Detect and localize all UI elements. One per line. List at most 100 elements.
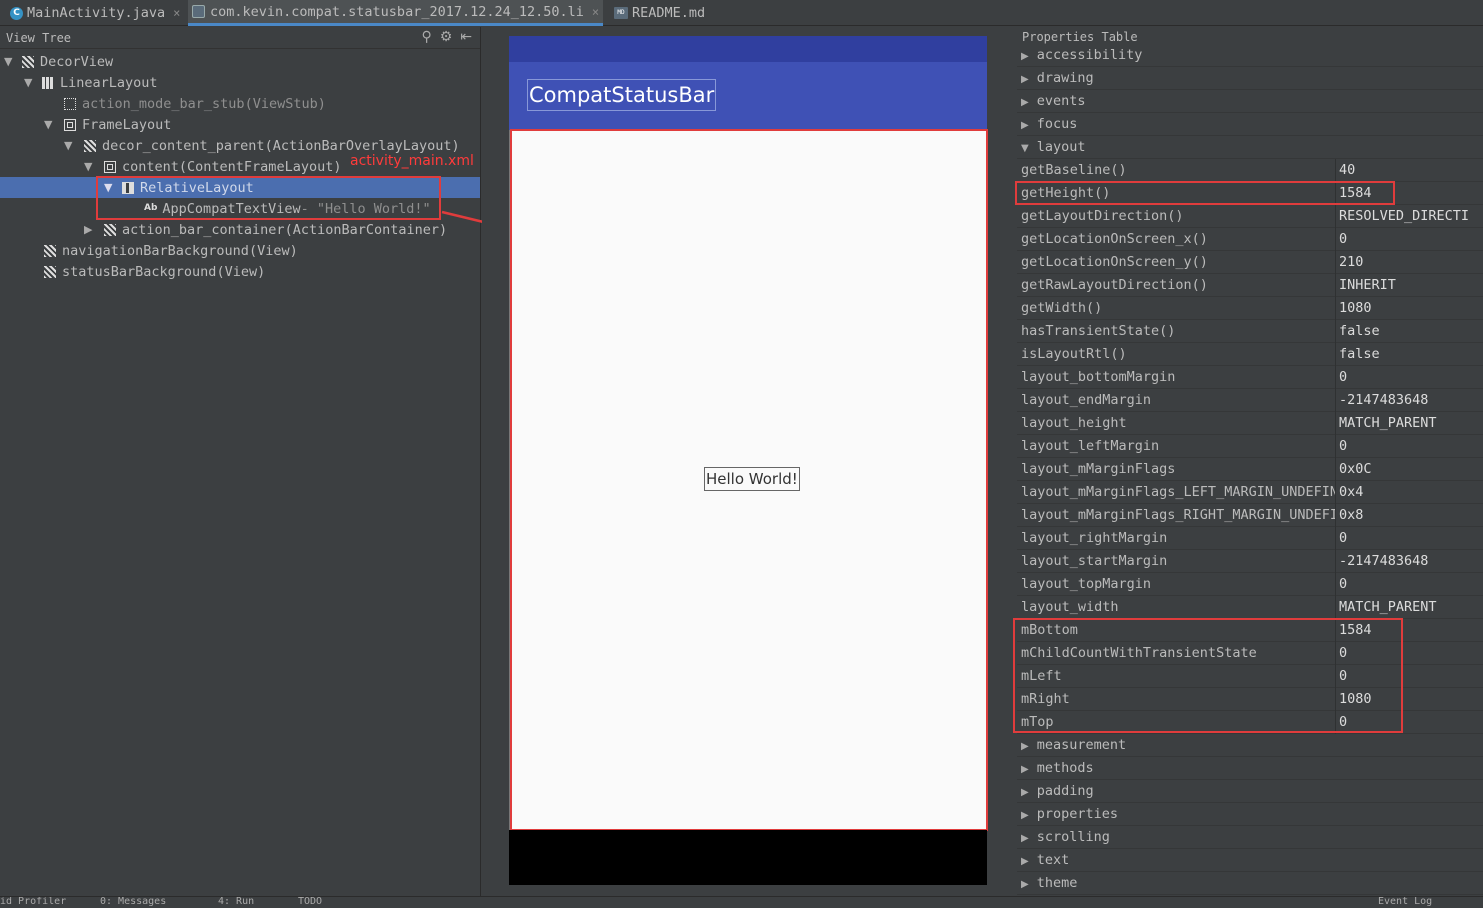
property-group[interactable]: ▼ layout [1017, 136, 1483, 159]
property-key: layout_bottomMargin [1021, 369, 1176, 385]
expand-arrow-icon[interactable]: ▶ [84, 223, 98, 236]
column-divider [1335, 458, 1336, 481]
profiler-tool-button[interactable]: id Profiler [0, 897, 66, 907]
property-row[interactable]: layout_mMarginFlags_LEFT_MARGIN_UNDEFINE… [1017, 481, 1483, 504]
annotation-activity-main: activity_main.xml [350, 153, 474, 169]
event-log-button[interactable]: Event Log [1378, 897, 1432, 907]
chevron-right-icon[interactable]: ▶ [1021, 51, 1029, 62]
gear-icon[interactable]: ⚙ [440, 29, 453, 45]
chevron-right-icon[interactable]: ▶ [1021, 833, 1029, 844]
expand-arrow-icon[interactable]: ▼ [24, 76, 38, 89]
property-value: -2147483648 [1339, 553, 1429, 569]
hello-world-text[interactable]: Hello World! [704, 467, 800, 491]
property-row[interactable]: hasTransientState() false [1017, 320, 1483, 343]
property-row[interactable]: getLocationOnScreen_y() 210 [1017, 251, 1483, 274]
run-tool-button[interactable]: 4: Run [218, 897, 254, 907]
expand-arrow-icon[interactable]: ▼ [44, 118, 58, 131]
column-divider [1335, 412, 1336, 435]
property-value: false [1339, 323, 1380, 339]
view-icon [104, 223, 116, 236]
property-group-label: ▼ layout [1021, 139, 1336, 155]
property-group[interactable]: ▶ focus [1017, 113, 1483, 136]
property-group-label: ▶ properties [1021, 806, 1336, 822]
expand-arrow-icon[interactable]: ▼ [64, 139, 78, 152]
property-group[interactable]: ▶ events [1017, 90, 1483, 113]
chevron-right-icon[interactable]: ▶ [1021, 810, 1029, 821]
todo-tool-button[interactable]: TODO [298, 897, 322, 907]
tree-node-statusbarbackground[interactable]: statusBarBackground (View) [44, 261, 265, 282]
tree-node-action-mode-bar-stub[interactable]: action_mode_bar_stub (ViewStub) [46, 93, 326, 114]
property-row[interactable]: layout_mMarginFlags 0x0C [1017, 458, 1483, 481]
property-row[interactable]: layout_bottomMargin 0 [1017, 366, 1483, 389]
search-icon[interactable]: ⚲ [421, 29, 431, 45]
property-value: 210 [1339, 254, 1364, 270]
property-group[interactable]: ▶ properties [1017, 803, 1483, 826]
property-group[interactable]: ▶ accessibility [1017, 44, 1483, 67]
property-row[interactable]: layout_startMargin -2147483648 [1017, 550, 1483, 573]
chevron-right-icon[interactable]: ▶ [1021, 741, 1029, 752]
group-name: measurement [1036, 737, 1127, 753]
app-title[interactable]: CompatStatusBar [527, 79, 717, 111]
device-status-bar[interactable] [509, 36, 987, 62]
node-class: (ActionBarOverlayLayout) [264, 137, 460, 154]
property-value: 0 [1339, 231, 1348, 247]
chevron-right-icon[interactable]: ▶ [1021, 879, 1029, 890]
property-row[interactable]: layout_height MATCH_PARENT [1017, 412, 1483, 435]
chevron-right-icon[interactable]: ▶ [1021, 97, 1029, 108]
property-key: layout_mMarginFlags [1021, 461, 1176, 477]
frame-layout-icon [64, 118, 76, 131]
chevron-right-icon[interactable]: ▶ [1021, 787, 1029, 798]
chevron-down-icon[interactable]: ▼ [1021, 143, 1029, 154]
property-value: RESOLVED_DIRECTI [1339, 208, 1470, 224]
expand-arrow-icon[interactable]: ▼ [4, 55, 18, 68]
tree-node-content[interactable]: ▼ content (ContentFrameLayout) [84, 156, 341, 177]
property-row[interactable]: layout_topMargin 0 [1017, 573, 1483, 596]
property-group[interactable]: ▶ drawing [1017, 67, 1483, 90]
property-group[interactable]: ▶ padding [1017, 780, 1483, 803]
hide-panel-icon[interactable]: ⇤ [460, 29, 472, 45]
column-divider [1335, 550, 1336, 573]
tree-node-decorview[interactable]: ▼ DecorView [4, 51, 113, 72]
device-navigation-bar[interactable] [509, 830, 987, 885]
close-icon[interactable]: × [592, 5, 599, 19]
property-value: 0 [1339, 576, 1348, 592]
column-divider [1335, 389, 1336, 412]
property-group[interactable]: ▶ scrolling [1017, 826, 1483, 849]
tree-node-linearlayout[interactable]: ▼ LinearLayout [24, 72, 158, 93]
expand-arrow-icon[interactable]: ▼ [84, 160, 98, 173]
chevron-right-icon[interactable]: ▶ [1021, 856, 1029, 867]
property-row[interactable]: getBaseline() 40 [1017, 159, 1483, 182]
node-label: statusBarBackground [62, 263, 217, 280]
group-name: methods [1036, 760, 1094, 776]
property-row[interactable]: isLayoutRtl() false [1017, 343, 1483, 366]
chevron-right-icon[interactable]: ▶ [1021, 764, 1029, 775]
tree-node-framelayout[interactable]: ▼ FrameLayout [44, 114, 171, 135]
property-group[interactable]: ▶ text [1017, 849, 1483, 872]
tab-readme[interactable]: MD README.md [614, 0, 705, 26]
column-divider [1335, 251, 1336, 274]
close-icon[interactable]: × [173, 6, 180, 20]
property-group[interactable]: ▶ methods [1017, 757, 1483, 780]
property-row[interactable]: getRawLayoutDirection() INHERIT [1017, 274, 1483, 297]
tab-mainactivity[interactable]: C MainActivity.java × [10, 0, 180, 26]
property-row[interactable]: layout_leftMargin 0 [1017, 435, 1483, 458]
property-row[interactable]: getLayoutDirection() RESOLVED_DIRECTI [1017, 205, 1483, 228]
tab-layout-inspector[interactable]: com.kevin.compat.statusbar_2017.12.24_12… [188, 0, 604, 26]
property-value: INHERIT [1339, 277, 1396, 293]
property-row[interactable]: layout_width MATCH_PARENT [1017, 596, 1483, 619]
property-row[interactable]: layout_endMargin -2147483648 [1017, 389, 1483, 412]
column-divider [1335, 320, 1336, 343]
messages-tool-button[interactable]: 0: Messages [100, 897, 166, 907]
property-row[interactable]: getWidth() 1080 [1017, 297, 1483, 320]
property-row[interactable]: layout_rightMargin 0 [1017, 527, 1483, 550]
property-row[interactable]: layout_mMarginFlags_RIGHT_MARGIN_UNDEFI 0… [1017, 504, 1483, 527]
property-value: false [1339, 346, 1380, 362]
tree-node-navigationbarbackground[interactable]: navigationBarBackground (View) [44, 240, 298, 261]
property-key: getBaseline() [1021, 162, 1127, 178]
chevron-right-icon[interactable]: ▶ [1021, 120, 1029, 131]
property-row[interactable]: getLocationOnScreen_x() 0 [1017, 228, 1483, 251]
property-group[interactable]: ▶ measurement [1017, 734, 1483, 757]
chevron-right-icon[interactable]: ▶ [1021, 74, 1029, 85]
tree-node-action-bar-container[interactable]: ▶ action_bar_container (ActionBarContain… [84, 219, 447, 240]
property-group[interactable]: ▶ theme [1017, 872, 1483, 895]
